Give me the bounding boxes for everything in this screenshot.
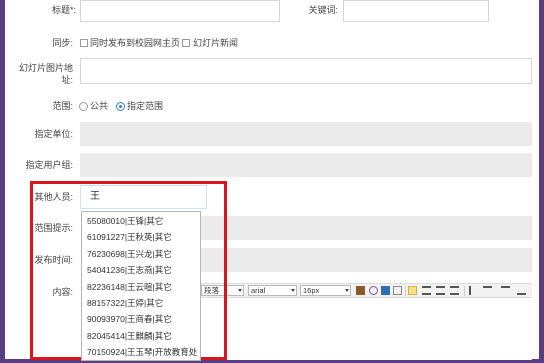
title-label: 标题*:: [51, 5, 76, 15]
title-input[interactable]: [80, 0, 280, 22]
editor-content-area[interactable]: [201, 298, 532, 360]
user-group-label: 指定用户组:: [25, 160, 73, 170]
suggestion-item[interactable]: 90093970|王商春|其它: [82, 311, 200, 327]
sync-slides-label[interactable]: 幻灯片新闻: [193, 38, 238, 49]
window-frame-right: [539, 0, 544, 363]
more-icon[interactable]: [517, 286, 526, 295]
align-justify-icon[interactable]: [450, 286, 459, 295]
unit-field[interactable]: [80, 122, 532, 146]
suggestion-dropdown: 55080010|王锋|其它 61091227|王秋英|其它 76230698|…: [81, 211, 201, 361]
toolbar-separator: [405, 286, 406, 296]
sync-label: 同步:: [52, 38, 73, 48]
suggestion-item[interactable]: 82236148|王云暄|其它: [82, 279, 200, 295]
align-right-icon[interactable]: [436, 286, 445, 295]
window-frame-left: [0, 0, 5, 363]
slide-url-label-line2: 址:: [61, 75, 73, 85]
indent-icon[interactable]: [469, 286, 478, 295]
suggestion-item[interactable]: 76230698|王兴龙|其它: [82, 246, 200, 262]
slide-url-input[interactable]: [80, 58, 532, 84]
editor-toolbar: 段落 arial 16px: [201, 283, 532, 298]
attachment-icon[interactable]: [381, 286, 390, 295]
align-center-icon[interactable]: [422, 286, 431, 295]
suggestion-item[interactable]: 82045414|王麒麟|其它: [82, 328, 200, 344]
scope-specified-radio[interactable]: [116, 102, 125, 111]
suggestion-item[interactable]: 55080010|王锋|其它: [82, 213, 200, 229]
suggestion-item[interactable]: 61091227|王秋英|其它: [82, 229, 200, 245]
slide-url-label-line1: 幻灯片图片地: [18, 63, 73, 73]
scope-specified-label[interactable]: 指定范围: [127, 101, 163, 112]
scope-public-radio[interactable]: [79, 102, 88, 111]
keyword-label: 关键词:: [308, 5, 338, 15]
user-group-field[interactable]: [80, 153, 532, 177]
align-left-icon[interactable]: [408, 286, 417, 295]
scope-public-label[interactable]: 公共: [90, 101, 108, 112]
scope-hint-field: [201, 216, 532, 240]
link-icon[interactable]: [369, 286, 378, 295]
suggestion-item[interactable]: 54041236|王志燕|其它: [82, 262, 200, 278]
scope-label: 范围:: [52, 101, 73, 111]
list-icon[interactable]: [483, 286, 492, 295]
suggestion-item[interactable]: 88157322|王婷|其它: [82, 295, 200, 311]
table-icon[interactable]: [393, 286, 402, 295]
font-size-select[interactable]: 16px: [300, 285, 351, 296]
spacing-icon[interactable]: [501, 286, 510, 295]
font-size-select-value: 16px: [303, 286, 320, 295]
font-select-value: arial: [251, 286, 266, 295]
unit-label: 指定单位:: [34, 129, 73, 139]
toolbar-separator: [464, 286, 465, 296]
image-icon[interactable]: [356, 286, 365, 295]
keyword-input[interactable]: [343, 0, 489, 22]
font-select[interactable]: arial: [248, 285, 297, 296]
sync-homepage-checkbox[interactable]: [80, 39, 88, 47]
sync-homepage-label[interactable]: 同时发布到校园网主页: [90, 38, 180, 49]
publish-time-field[interactable]: [201, 248, 532, 272]
suggestion-item[interactable]: 70150924|王玉琴|开放教育处: [82, 344, 200, 360]
sync-slides-checkbox[interactable]: [182, 39, 190, 47]
